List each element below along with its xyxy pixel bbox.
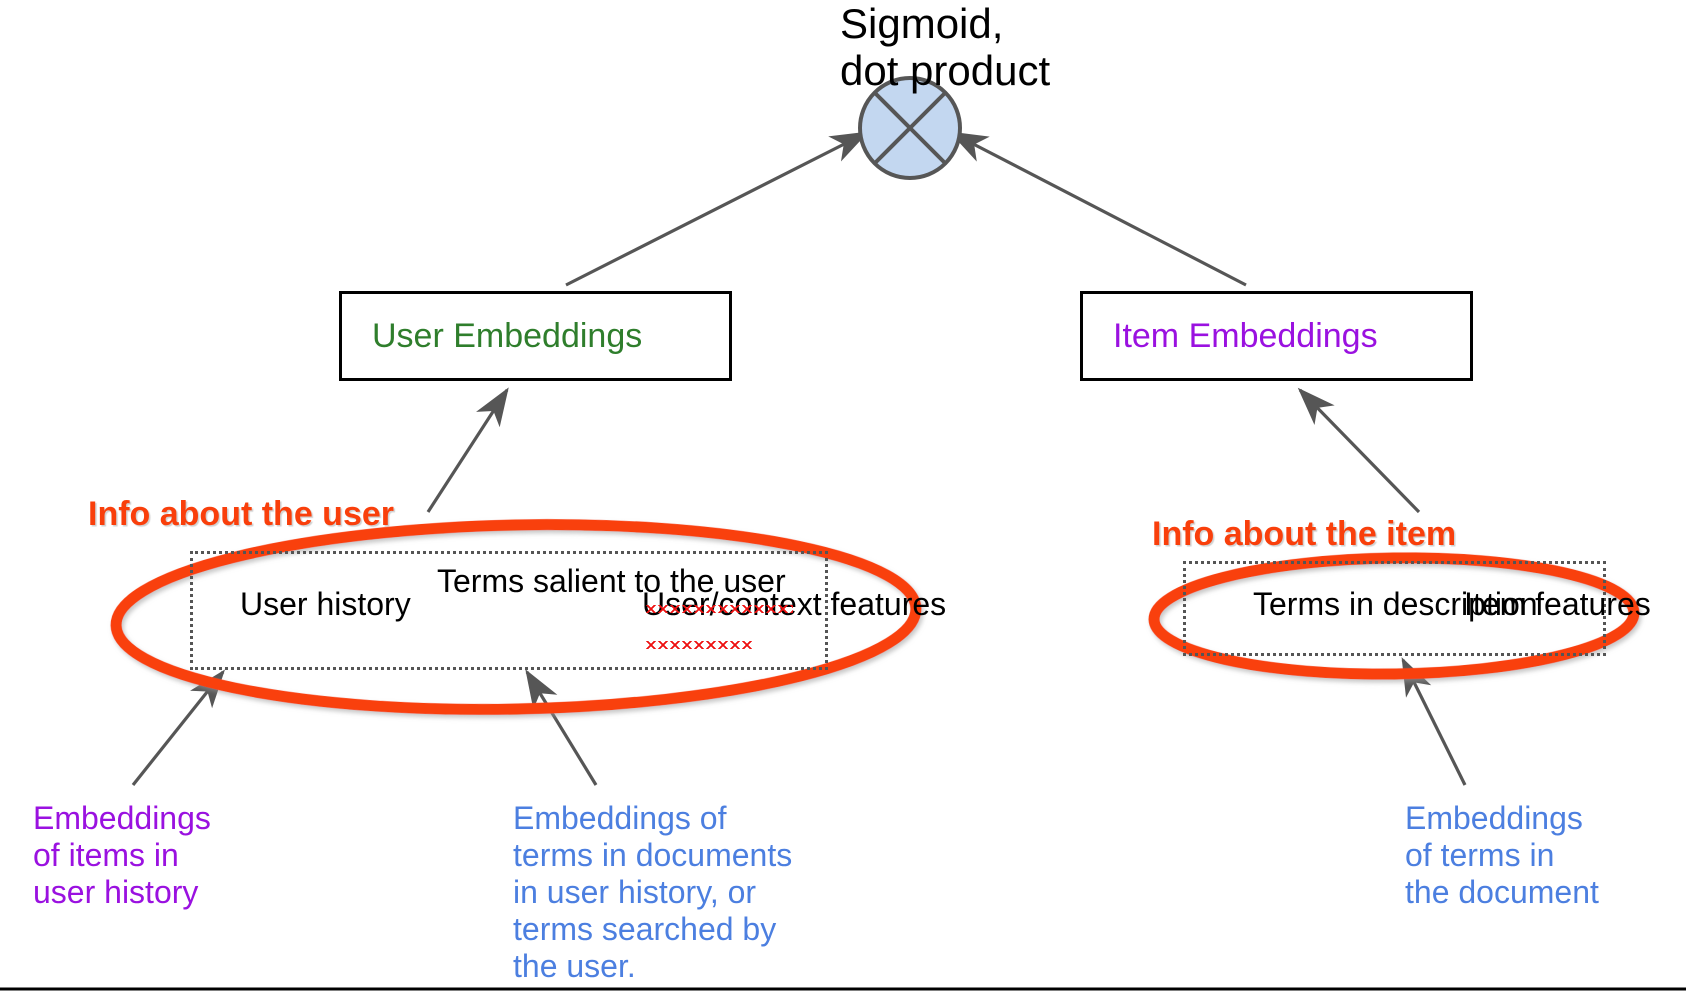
feature-user-context-features: User/context features <box>642 586 947 622</box>
spellcheck-underline-features <box>645 641 753 649</box>
arrow-item-to-operator <box>949 131 1247 287</box>
user-embeddings-label: User Embeddings <box>372 316 643 355</box>
arrow-itemfeatures-to-itemembeddings <box>1297 387 1421 514</box>
caption-embeddings-of-terms-in-the-document: Embeddings of terms in the document <box>1405 800 1599 910</box>
annotation-info-about-the-item: Info about the item <box>1152 515 1457 553</box>
arrow-userfeatures-to-userembeddings <box>426 387 509 513</box>
annotation-info-about-the-user: Info about the user <box>88 495 394 533</box>
arrow-caption-userhistory <box>131 669 225 786</box>
arrow-caption-terms <box>525 669 598 786</box>
user-embeddings-box[interactable]: User Embeddings <box>339 291 732 381</box>
feature-user-history: User history <box>240 586 411 622</box>
item-embeddings-box[interactable]: Item Embeddings <box>1080 291 1473 381</box>
feature-item-features: Item features <box>1464 586 1651 622</box>
item-embeddings-label: Item Embeddings <box>1113 316 1378 355</box>
spellcheck-underline-user-context <box>645 605 793 613</box>
arrow-user-to-operator <box>565 131 869 287</box>
diagram-canvas: Sigmoid, dot product User Embeddings Ite… <box>0 0 1686 1001</box>
caption-embeddings-of-items-in-user-history: Embeddings of items in user history <box>33 800 211 910</box>
sigmoid-dot-product-label: Sigmoid, dot product <box>840 0 1051 94</box>
caption-embeddings-of-terms-in-documents: Embeddings of terms in documents in user… <box>513 800 793 984</box>
